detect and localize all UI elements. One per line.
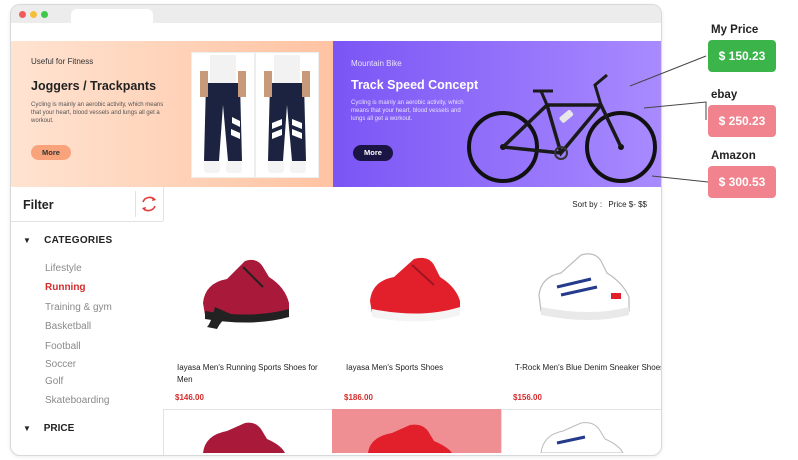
price-badge: $ 300.53 — [708, 166, 776, 198]
store-label: ebay — [711, 89, 738, 101]
callout-connectors — [629, 55, 709, 183]
store-label: My Price — [711, 24, 759, 36]
price-badge: $ 150.23 — [708, 40, 776, 72]
price-badge: $ 250.23 — [708, 105, 776, 137]
store-label: Amazon — [711, 150, 756, 162]
